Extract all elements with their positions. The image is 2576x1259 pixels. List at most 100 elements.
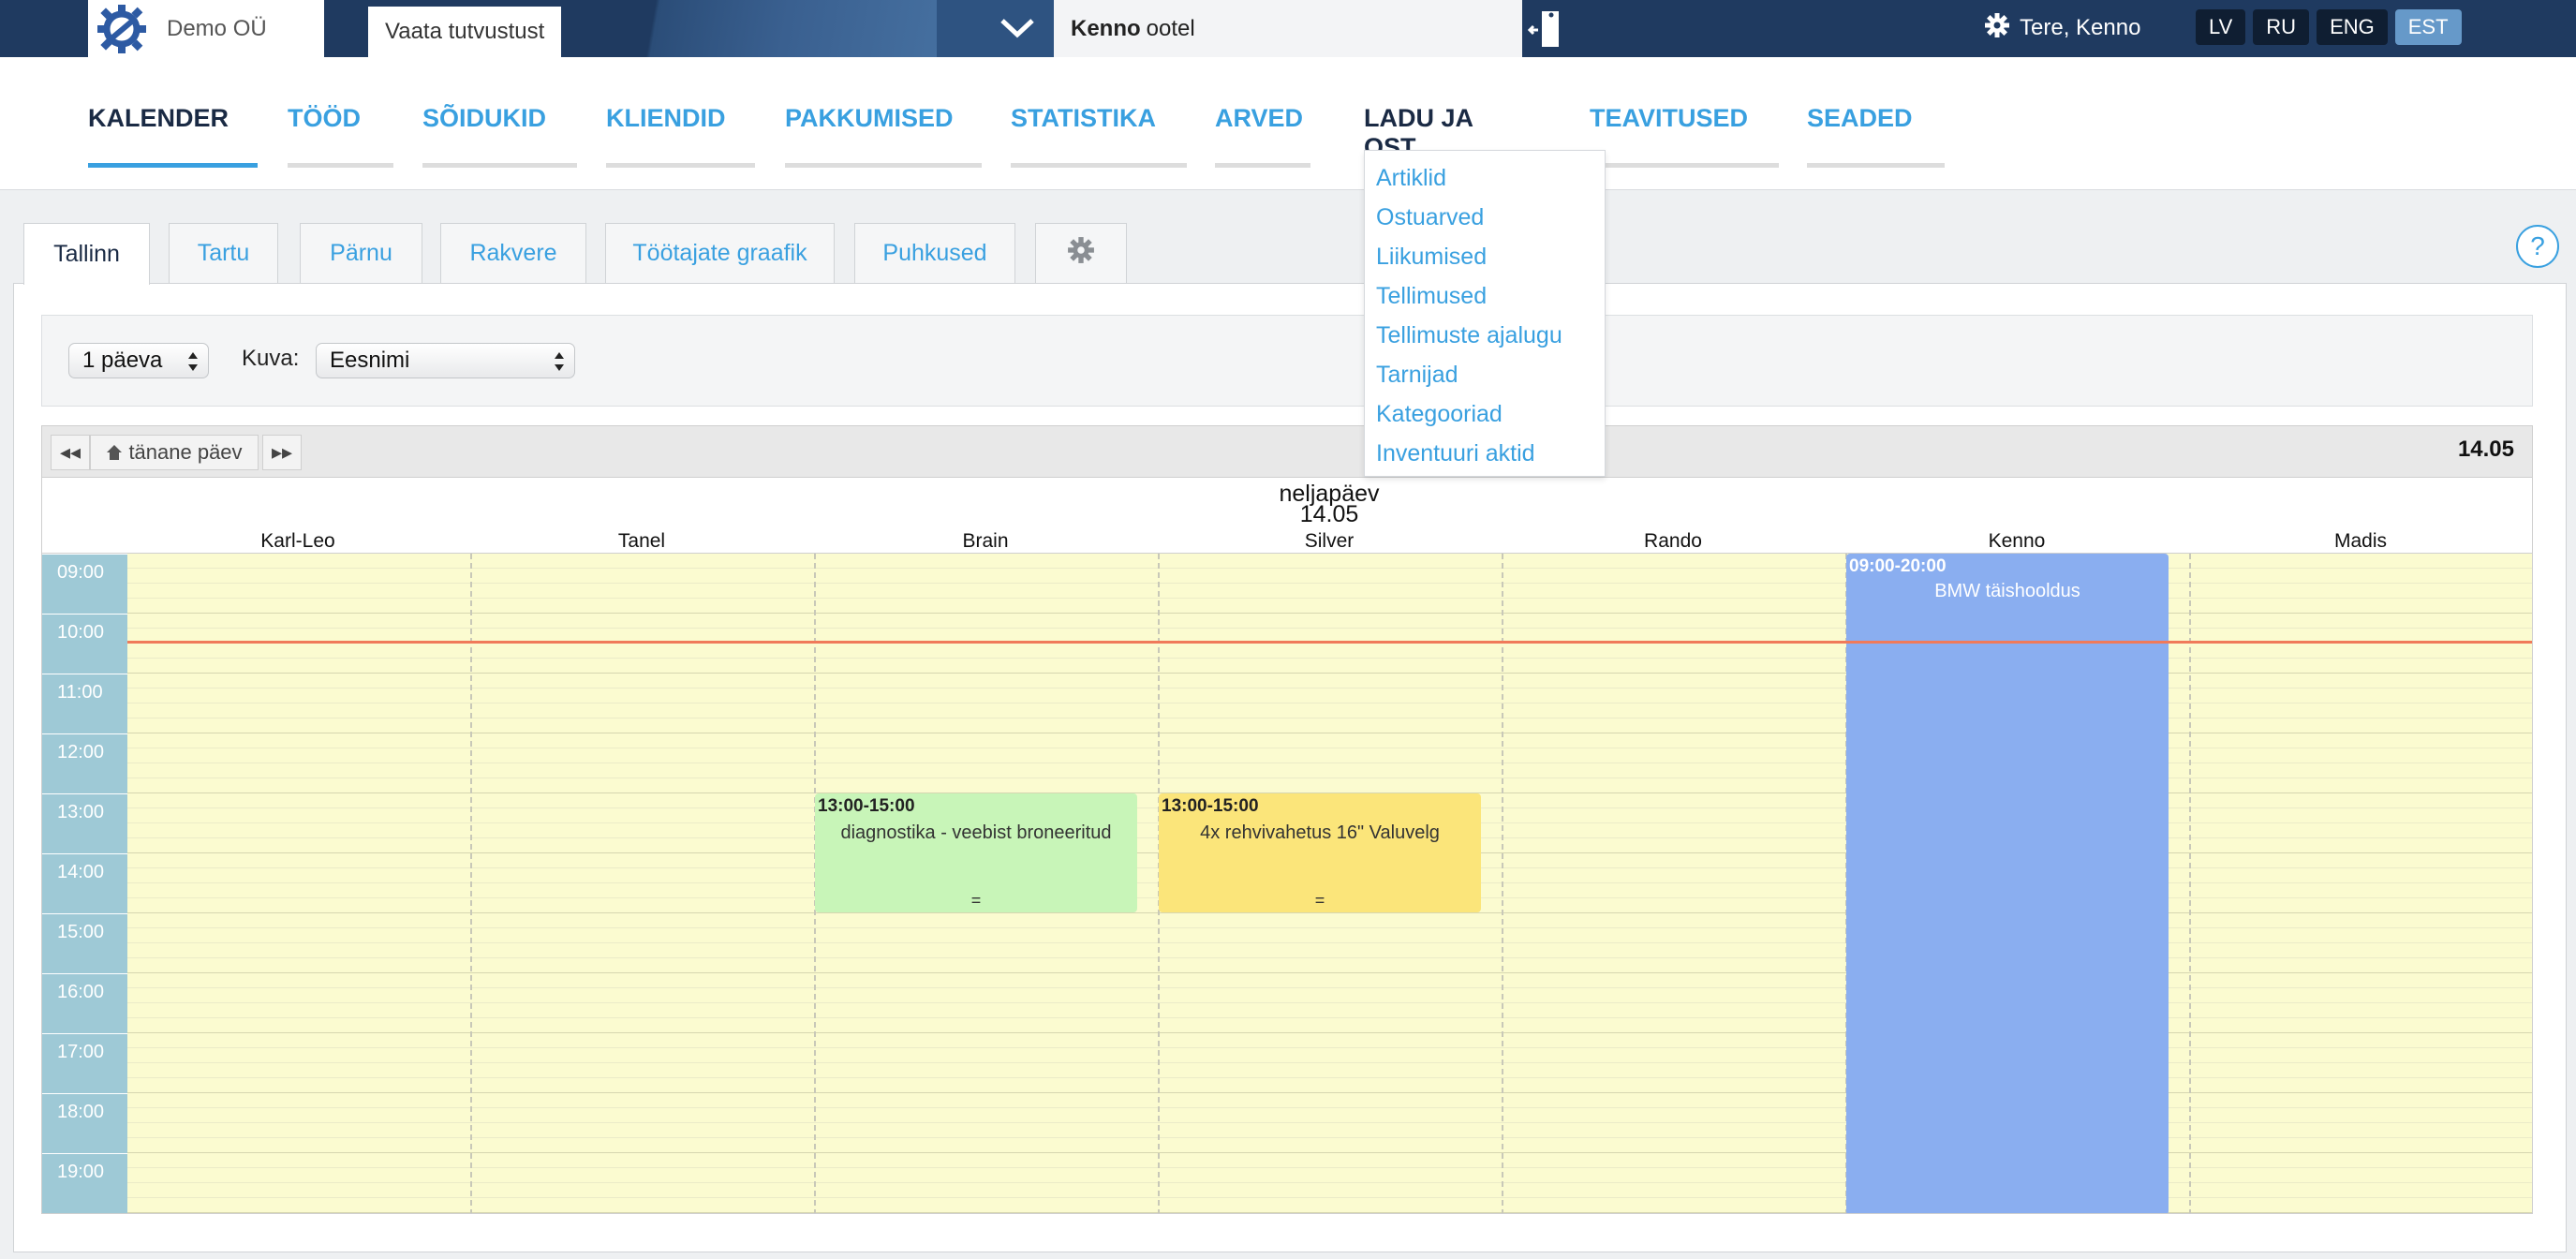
time-label: 19:00 <box>42 1153 127 1213</box>
company-switcher[interactable]: Demo OÜ <box>88 0 324 57</box>
chevron-down-icon[interactable] <box>995 11 1040 45</box>
column-header: Madis <box>2333 530 2388 552</box>
dropdown-item-tellimuste-ajalugu[interactable]: Tellimuste ajalugu <box>1365 316 1605 355</box>
view-select-value: Eesnimi <box>330 348 410 373</box>
event-silver[interactable]: 13:00-15:00 4x rehvivahetus 16" Valuvelg… <box>1159 793 1481 912</box>
logout-door-icon[interactable] <box>1525 7 1566 51</box>
event-time: 13:00-15:00 <box>818 796 915 816</box>
current-time-line <box>127 641 2532 644</box>
nav-underline <box>785 163 982 168</box>
current-date-label: 14.05 <box>2457 437 2514 462</box>
time-label: 10:00 <box>42 614 127 674</box>
nav-arved[interactable]: ARVED <box>1215 104 1310 168</box>
dropdown-item-kategooriad[interactable]: Kategooriad <box>1365 394 1605 434</box>
main-navigation: KALENDER TÖÖD SÕIDUKID KLIENDID PAKKUMIS… <box>0 57 2576 190</box>
tab-tartu[interactable]: Tartu <box>169 223 278 283</box>
dropdown-item-inventuuri-aktid[interactable]: Inventuuri aktid <box>1365 434 1605 473</box>
dropdown-item-ostuarved[interactable]: Ostuarved <box>1365 198 1605 237</box>
nav-underline <box>422 163 577 168</box>
time-label: 11:00 <box>42 674 127 733</box>
event-title: diagnostika - veebist broneeritud <box>840 822 1112 843</box>
time-label: 13:00 <box>42 793 127 853</box>
event-time: 13:00-15:00 <box>1162 796 1259 816</box>
help-icon[interactable]: ? <box>2516 225 2559 268</box>
nav-label: TEAVITUSED <box>1590 104 1749 132</box>
calendar-grid: 09:00 10:00 11:00 12:00 13:00 14:00 15:0… <box>41 553 2533 1214</box>
status-user-name: Kenno <box>1071 15 1141 41</box>
ladu-ja-ost-dropdown: Artiklid Ostuarved Liikumised Tellimused… <box>1364 150 1606 477</box>
dropdown-item-liikumised[interactable]: Liikumised <box>1365 237 1605 276</box>
select-arrows-icon <box>554 350 565 373</box>
event-brain[interactable]: 13:00-15:00 diagnostika - veebist bronee… <box>815 793 1137 912</box>
home-icon <box>106 444 123 461</box>
column-header: Karl-Leo <box>260 530 335 552</box>
time-label: 16:00 <box>42 973 127 1033</box>
dropdown-item-artiklid[interactable]: Artiklid <box>1365 158 1605 198</box>
nav-kliendid[interactable]: KLIENDID <box>606 104 755 168</box>
nav-tood[interactable]: TÖÖD <box>288 104 393 168</box>
nav-label: TÖÖD <box>288 104 361 132</box>
greeting-text: Tere, Kenno <box>2020 15 2141 40</box>
time-column: 09:00 10:00 11:00 12:00 13:00 14:00 15:0… <box>42 554 127 1213</box>
nav-underline <box>1590 163 1779 168</box>
tab-rakvere[interactable]: Rakvere <box>440 223 586 283</box>
nav-underline <box>1215 163 1310 168</box>
nav-soidukid[interactable]: SÕIDUKID <box>422 104 577 168</box>
user-greeting[interactable]: Tere, Kenno <box>1984 9 2140 47</box>
nav-underline <box>288 163 393 168</box>
column-header: Tanel <box>617 530 666 552</box>
nav-pakkumised[interactable]: PAKKUMISED <box>785 104 982 168</box>
view-intro-button[interactable]: Vaata tutvustust <box>368 7 562 57</box>
column-header: Brain <box>962 530 1009 552</box>
nav-kalender[interactable]: KALENDER <box>88 104 258 168</box>
nav-underline <box>606 163 755 168</box>
column-header: Kenno <box>1988 530 2046 552</box>
dropdown-item-tarnijad[interactable]: Tarnijad <box>1365 355 1605 394</box>
language-switcher: LV RU ENG EST <box>2196 9 2462 45</box>
period-select-value: 1 päeva <box>82 348 163 373</box>
lang-lv-button[interactable]: LV <box>2196 9 2246 45</box>
nav-label: PAKKUMISED <box>785 104 954 132</box>
nav-seaded[interactable]: SEADED <box>1807 104 1945 168</box>
time-label: 12:00 <box>42 733 127 793</box>
view-select[interactable]: Eesnimi <box>316 343 575 378</box>
tab-tootajate-graafik[interactable]: Töötajate graafik <box>605 223 835 283</box>
event-kenno[interactable]: 09:00-20:00 BMW täishooldus <box>1846 554 2169 1213</box>
event-resize-handle[interactable]: = <box>815 891 1137 911</box>
nav-label: ARVED <box>1215 104 1304 132</box>
next-button[interactable]: ▸▸ <box>262 435 302 470</box>
time-label: 15:00 <box>42 913 127 973</box>
time-label: 18:00 <box>42 1093 127 1153</box>
prev-button[interactable]: ◂◂ <box>51 435 90 470</box>
dropdown-item-tellimused[interactable]: Tellimused <box>1365 276 1605 316</box>
time-label: 14:00 <box>42 853 127 913</box>
user-status[interactable]: Kenno ootel <box>1054 0 1522 57</box>
nav-underline <box>1807 163 1945 168</box>
nav-label: SEADED <box>1807 104 1913 132</box>
gear-logo-icon <box>88 0 155 57</box>
time-label: 17:00 <box>42 1033 127 1093</box>
event-resize-handle[interactable]: = <box>1159 891 1481 911</box>
nav-label: KLIENDID <box>606 104 726 132</box>
lang-eng-button[interactable]: ENG <box>2317 9 2388 45</box>
nav-teavitused[interactable]: TEAVITUSED <box>1590 104 1779 168</box>
column-header: Silver <box>1304 530 1355 552</box>
column-divider <box>1502 554 1503 1213</box>
nav-underline <box>1011 163 1187 168</box>
nav-underline <box>88 163 258 168</box>
today-button[interactable]: tänane päev <box>90 435 259 470</box>
tab-parnu[interactable]: Pärnu <box>300 223 422 283</box>
period-select[interactable]: 1 päeva <box>68 343 209 378</box>
tab-settings[interactable] <box>1035 223 1127 283</box>
view-label: Kuva: <box>242 346 300 371</box>
lang-est-button[interactable]: EST <box>2394 9 2462 45</box>
tab-tallinn[interactable]: Tallinn <box>23 223 150 285</box>
nav-label: SÕIDUKID <box>422 104 547 132</box>
tab-puhkused[interactable]: Puhkused <box>854 223 1015 283</box>
column-divider <box>470 554 472 1213</box>
status-text: ootel <box>1146 15 1195 41</box>
nav-statistika[interactable]: STATISTIKA <box>1011 104 1187 168</box>
column-header: Rando <box>1644 530 1702 552</box>
event-title: 4x rehvivahetus 16" Valuvelg <box>1200 822 1440 843</box>
lang-ru-button[interactable]: RU <box>2253 9 2310 45</box>
